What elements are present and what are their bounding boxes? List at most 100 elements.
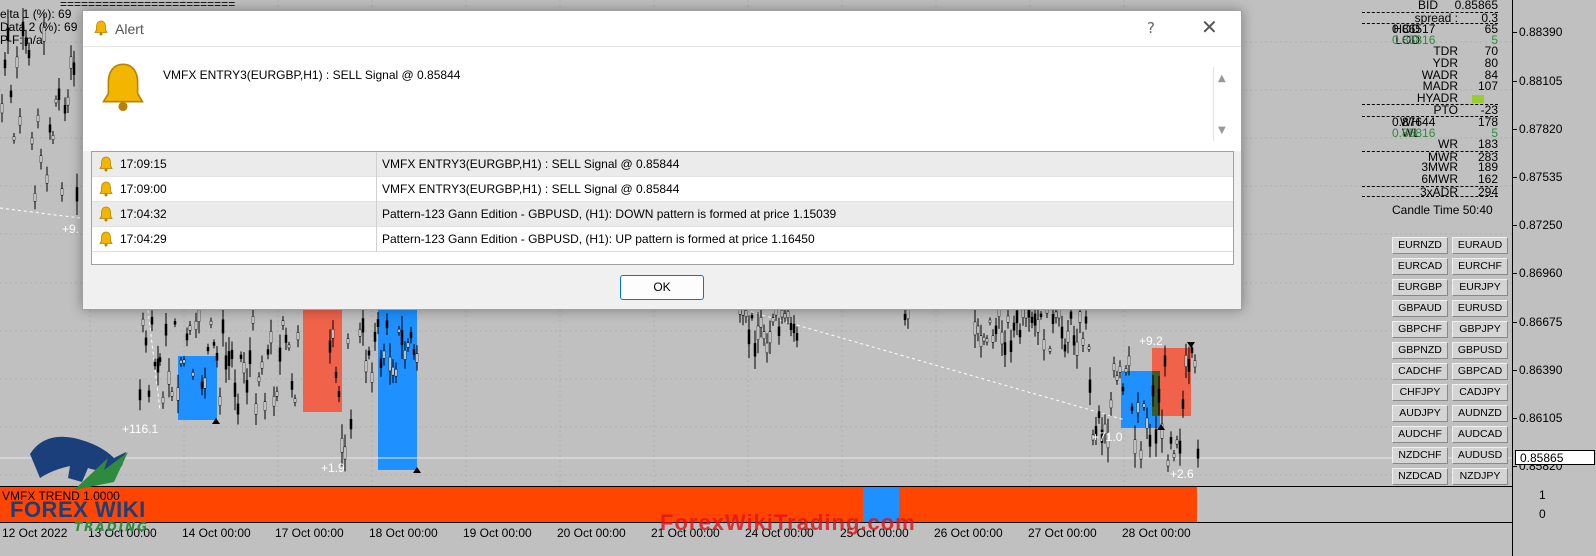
candle-body bbox=[744, 310, 748, 317]
alert-history-list[interactable]: 17:09:15 VMFX ENTRY3(EURGBP,H1) : SELL S… bbox=[91, 151, 1234, 265]
pair-button-eurjpy[interactable]: EURJPY bbox=[1452, 279, 1508, 296]
candle-body bbox=[349, 418, 353, 430]
ok-button[interactable]: OK bbox=[620, 275, 704, 300]
candle-body bbox=[164, 323, 168, 336]
pair-button-gbpaud[interactable]: GBPAUD bbox=[1392, 300, 1448, 317]
candle-body bbox=[144, 337, 148, 346]
alert-row[interactable]: 17:09:15 VMFX ENTRY3(EURGBP,H1) : SELL S… bbox=[92, 152, 1233, 177]
candle-body bbox=[1084, 316, 1088, 324]
candle-body bbox=[69, 56, 73, 69]
candle-body bbox=[248, 350, 252, 365]
candle-body bbox=[1081, 338, 1085, 346]
time-label: 27 Oct 00:00 bbox=[1028, 526, 1097, 540]
pair-button-gbpcad[interactable]: GBPCAD bbox=[1452, 363, 1508, 380]
message-scrollbar[interactable]: ▲ ▼ bbox=[1213, 67, 1229, 141]
candle-body bbox=[9, 90, 13, 98]
candle-body bbox=[54, 98, 58, 104]
price-axis[interactable]: 0.88390 0.88105 0.87820 0.87535 0.87250 … bbox=[1511, 0, 1596, 556]
candle-body bbox=[1097, 411, 1101, 418]
candle-body bbox=[415, 353, 419, 363]
stat-row-tdr: TDR 70 bbox=[1362, 46, 1498, 58]
pair-button-audchf[interactable]: AUDCHF bbox=[1392, 426, 1448, 443]
candle-body bbox=[167, 370, 171, 385]
pair-button-gbpjpy[interactable]: GBPJPY bbox=[1452, 321, 1508, 338]
candle-body bbox=[343, 446, 347, 460]
scroll-up-icon[interactable]: ▲ bbox=[1218, 73, 1226, 84]
candle-body bbox=[218, 396, 222, 406]
candle-body bbox=[179, 360, 183, 364]
alert-dialog[interactable]: Alert ? ✕ VMFX ENTRY3(EURGBP,H1) : SELL … bbox=[82, 10, 1242, 310]
pair-button-cadchf[interactable]: CADCHF bbox=[1392, 363, 1448, 380]
watermark: ForexWikiTrading.com bbox=[660, 510, 916, 535]
candle-body bbox=[1024, 308, 1028, 319]
candle-body bbox=[39, 155, 43, 163]
candle-body bbox=[239, 354, 243, 359]
pair-button-euraud[interactable]: EURAUD bbox=[1452, 237, 1508, 254]
pair-button-audcad[interactable]: AUDCAD bbox=[1452, 426, 1508, 443]
pair-button-gbpusd[interactable]: GBPUSD bbox=[1452, 342, 1508, 359]
candle-body bbox=[771, 317, 775, 323]
pair-button-eurcad[interactable]: EURCAD bbox=[1392, 258, 1448, 275]
alert-message: Pattern-123 Gann Edition - GBPUSD, (H1):… bbox=[382, 232, 815, 246]
pair-button-gbpchf[interactable]: GBPCHF bbox=[1392, 321, 1448, 338]
pair-button-chfjpy[interactable]: CHFJPY bbox=[1392, 384, 1448, 401]
candle-body bbox=[1030, 316, 1034, 323]
pair-button-eurchf[interactable]: EURCHF bbox=[1452, 258, 1508, 275]
candle-body bbox=[976, 325, 980, 334]
candle-body bbox=[370, 372, 374, 383]
candle-body bbox=[257, 376, 261, 382]
pair-button-eurgbp[interactable]: EURGBP bbox=[1392, 279, 1448, 296]
candle-body bbox=[1087, 346, 1091, 350]
pair-button-eurnzd[interactable]: EURNZD bbox=[1392, 237, 1448, 254]
candle-body bbox=[1012, 322, 1016, 331]
candle-body bbox=[251, 316, 255, 324]
candle-body bbox=[191, 372, 195, 377]
pair-button-audnzd[interactable]: AUDNZD bbox=[1452, 405, 1508, 422]
pair-button-nzdcad[interactable]: NZDCAD bbox=[1392, 468, 1448, 485]
alert-row[interactable]: 17:09:00 VMFX ENTRY3(EURGBP,H1) : SELL S… bbox=[92, 177, 1233, 202]
alert-time: 17:09:15 bbox=[120, 157, 167, 171]
candle-body bbox=[1036, 319, 1040, 333]
candle-body bbox=[777, 326, 781, 337]
stats-panel: BID 0.85865 spread :0.3 HOD 0.86517 65 LOD 0… bbox=[1362, 0, 1498, 197]
pair-button-audusd[interactable]: AUDUSD bbox=[1452, 447, 1508, 464]
candle-body bbox=[1069, 311, 1073, 319]
candle-body bbox=[1057, 309, 1061, 319]
candle-body bbox=[156, 358, 160, 373]
candle-body bbox=[209, 320, 213, 325]
hyadr-marker bbox=[1472, 94, 1484, 103]
price-tick: 0.86960 bbox=[1511, 266, 1563, 280]
chart-label: +9. bbox=[62, 222, 80, 236]
candle-body bbox=[1088, 379, 1092, 393]
candle-body bbox=[765, 342, 769, 354]
stat-label: WR bbox=[1438, 137, 1458, 152]
candle-body bbox=[1190, 347, 1194, 354]
pair-button-cadjpy[interactable]: CADJPY bbox=[1452, 384, 1508, 401]
dialog-titlebar[interactable]: Alert ? ✕ bbox=[83, 11, 1241, 47]
candle-body bbox=[982, 336, 986, 342]
trend-line bbox=[0, 207, 81, 219]
candle-body bbox=[290, 381, 294, 390]
scroll-down-icon[interactable]: ▼ bbox=[1218, 125, 1226, 136]
close-button[interactable]: ✕ bbox=[1201, 15, 1218, 39]
bell-icon bbox=[99, 206, 113, 222]
candle-body bbox=[1054, 311, 1058, 318]
dialog-message-area: VMFX ENTRY3(EURGBP,H1) : SELL Signal @ 0… bbox=[83, 47, 1241, 151]
alert-row[interactable]: 17:04:32 Pattern-123 Gann Edition - GBPU… bbox=[92, 202, 1233, 227]
candle-body bbox=[284, 334, 288, 343]
candle-body bbox=[141, 318, 145, 326]
pair-button-eurusd[interactable]: EURUSD bbox=[1452, 300, 1508, 317]
stat-extra: 0.85816 bbox=[1392, 32, 1436, 47]
help-button[interactable]: ? bbox=[1147, 19, 1155, 37]
alert-row[interactable]: 17:04:29 Pattern-123 Gann Edition - GBPU… bbox=[92, 227, 1233, 252]
pair-button-gbpnzd[interactable]: GBPNZD bbox=[1392, 342, 1448, 359]
candle-body bbox=[1018, 329, 1022, 338]
stat-value: 107 bbox=[1477, 79, 1498, 94]
candle-body bbox=[206, 347, 210, 352]
candle-body bbox=[1169, 437, 1173, 444]
pair-button-audjpy[interactable]: AUDJPY bbox=[1392, 405, 1448, 422]
pair-button-nzdchf[interactable]: NZDCHF bbox=[1392, 447, 1448, 464]
pair-button-nzdjpy[interactable]: NZDJPY bbox=[1452, 468, 1508, 485]
candle-body bbox=[1121, 386, 1125, 392]
candle-body bbox=[72, 62, 76, 75]
